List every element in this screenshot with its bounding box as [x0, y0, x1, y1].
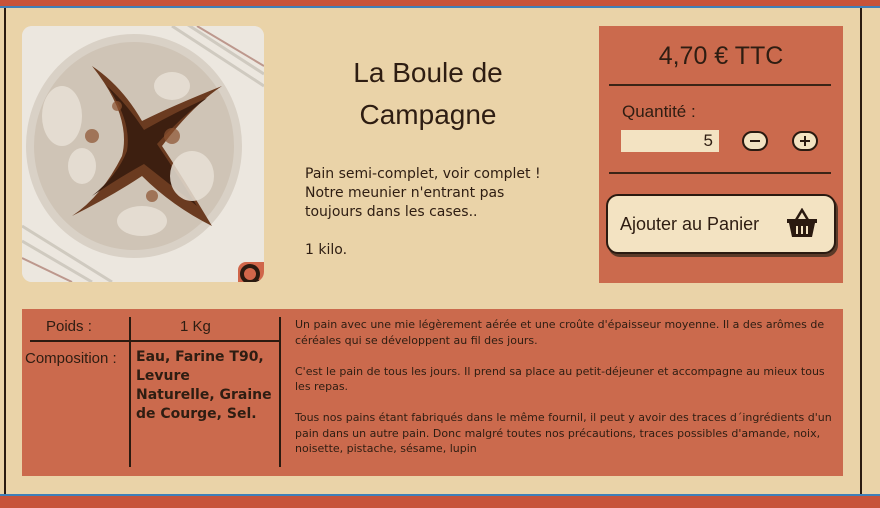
quantity-input[interactable]	[621, 130, 719, 152]
frame-right-border	[860, 8, 862, 494]
composition-value: Eau, Farine T90, Levure Naturelle, Grain…	[136, 349, 272, 422]
quantity-divider	[609, 172, 831, 174]
bread-image	[22, 26, 264, 282]
details-row-divider	[30, 340, 280, 342]
product-photo	[22, 26, 264, 282]
zoom-button[interactable]	[238, 262, 264, 282]
add-to-cart-label: Ajouter au Panier	[620, 214, 760, 234]
price-divider	[609, 84, 831, 86]
product-title: La Boule de Campagne	[353, 57, 503, 130]
description-paragraph: Tous nos pains étant fabriqués dans le m…	[295, 411, 832, 455]
weight-label: Poids :	[46, 318, 92, 335]
quantity-increase-button[interactable]	[792, 131, 818, 151]
quantity-label: Quantité :	[622, 102, 696, 121]
description-paragraph: C'est le pain de tous les jours. Il pren…	[295, 364, 825, 394]
quantity-decrease-button[interactable]	[742, 131, 768, 151]
top-stripe	[0, 0, 880, 8]
product-long-description: Un pain avec une mie légèrement aérée et…	[295, 317, 835, 472]
frame-left-border	[4, 8, 6, 494]
product-weight-short: 1 kilo.	[305, 242, 348, 258]
price-label: 4,70 € TTC	[658, 42, 784, 70]
purchase-panel: 4,70 € TTC Quantité : Ajouter au Panier	[599, 26, 843, 283]
description-paragraph: Un pain avec une mie légèrement aérée et…	[295, 318, 825, 347]
basket-icon	[787, 208, 817, 237]
bottom-stripe	[0, 494, 880, 508]
add-to-cart-button[interactable]: Ajouter au Panier	[606, 194, 836, 254]
composition-label: Composition :	[25, 350, 117, 367]
magnifier-icon	[240, 264, 261, 282]
product-details-panel: Poids : 1 Kg Composition : Eau, Farine T…	[22, 309, 843, 476]
weight-value: 1 Kg	[180, 318, 211, 335]
product-description: Pain semi-complet, voir complet ! Notre …	[305, 166, 541, 220]
